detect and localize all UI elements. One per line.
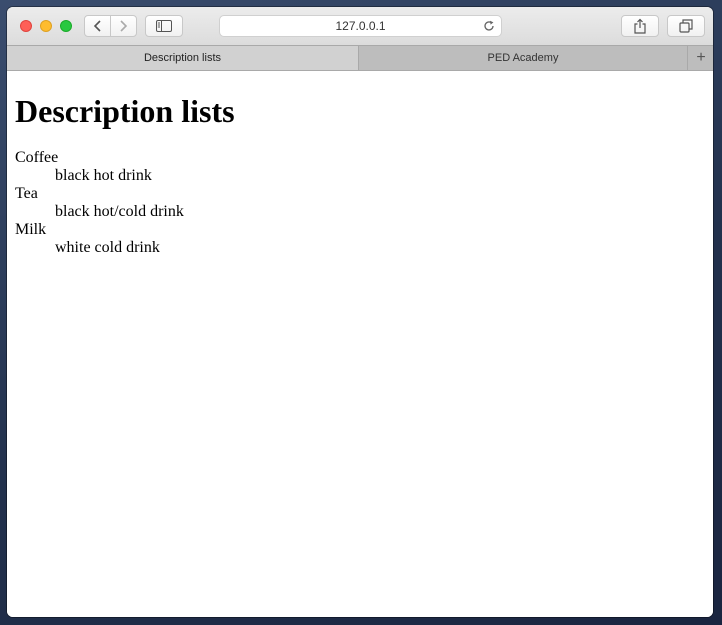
forward-button[interactable]	[111, 16, 136, 36]
minimize-window-button[interactable]	[40, 20, 52, 32]
sidebar-icon	[156, 20, 172, 32]
show-tabs-button[interactable]	[667, 15, 705, 37]
description-list: Coffee black hot drink Tea black hot/col…	[15, 149, 184, 257]
tab-description-lists[interactable]: Description lists	[7, 46, 359, 70]
close-window-button[interactable]	[20, 20, 32, 32]
description-term: Coffee	[15, 149, 59, 166]
maximize-window-button[interactable]	[60, 20, 72, 32]
description-detail: black hot drink	[55, 167, 152, 184]
description-term: Tea	[15, 185, 38, 202]
tab-label: PED Academy	[487, 52, 559, 64]
description-detail: black hot/cold drink	[55, 203, 184, 220]
page-content: Description lists Coffee black hot drink…	[7, 71, 713, 617]
description-term: Milk	[15, 221, 47, 238]
sidebar-toggle-button[interactable]	[145, 15, 183, 37]
share-icon	[634, 18, 646, 34]
tab-label: Description lists	[143, 52, 222, 64]
url-text: 127.0.0.1	[335, 19, 386, 33]
share-button[interactable]	[621, 15, 659, 37]
tab-bar: Description lists PED Academy +	[7, 45, 713, 71]
title-bar: 127.0.0.1	[7, 7, 713, 45]
chevron-right-icon	[120, 20, 128, 32]
new-tab-button[interactable]: +	[687, 46, 713, 70]
description-detail: white cold drink	[55, 239, 160, 256]
chevron-left-icon	[93, 20, 101, 32]
back-button[interactable]	[85, 16, 110, 36]
navigation-buttons	[84, 15, 137, 37]
tabs-overview-icon	[679, 19, 693, 33]
browser-window: 127.0.0.1 Description lists PED Academy …	[7, 7, 713, 617]
tab-ped-academy[interactable]: PED Academy	[359, 46, 687, 70]
page-heading: Description lists	[15, 93, 235, 129]
plus-icon: +	[696, 49, 706, 66]
reload-button[interactable]	[482, 19, 496, 33]
address-bar[interactable]: 127.0.0.1	[219, 15, 502, 37]
reload-icon	[484, 20, 494, 31]
